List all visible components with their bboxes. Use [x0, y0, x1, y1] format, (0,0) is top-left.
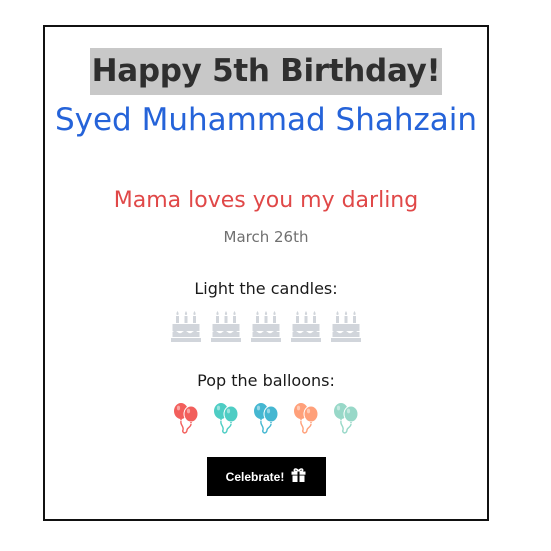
gift-icon	[291, 468, 306, 485]
birthday-cake-icon	[291, 311, 321, 342]
message-text: Mama loves you my darling	[113, 188, 419, 213]
button-container: Celebrate!	[45, 457, 487, 496]
balloon-4[interactable]	[291, 401, 321, 435]
balloons-label: Pop the balloons:	[197, 371, 335, 390]
candle-cake-2[interactable]	[211, 309, 241, 343]
balloons-icon	[294, 403, 319, 434]
balloons-row	[45, 401, 487, 435]
birthday-title: Happy 5th Birthday!	[89, 48, 443, 95]
date-text: March 26th	[223, 228, 309, 246]
balloon-2[interactable]	[211, 401, 241, 435]
candles-row	[45, 309, 487, 343]
candle-cake-5[interactable]	[331, 309, 361, 343]
child-name: Syed Muhammad Shahzain	[54, 102, 478, 138]
balloon-1[interactable]	[171, 401, 201, 435]
candle-cake-1[interactable]	[171, 309, 201, 343]
balloons-icon	[214, 403, 239, 434]
balloons-icon	[174, 403, 199, 434]
birthday-cake-icon	[331, 311, 361, 342]
candle-cake-3[interactable]	[251, 309, 281, 343]
balloon-5[interactable]	[331, 401, 361, 435]
title-container: Happy 5th Birthday!	[45, 48, 487, 95]
birthday-cake-icon	[251, 311, 281, 342]
balloon-3[interactable]	[251, 401, 281, 435]
birthday-card: Happy 5th Birthday! Syed Muhammad Shahza…	[43, 25, 489, 521]
balloons-icon	[334, 403, 359, 434]
celebrate-button[interactable]: Celebrate!	[206, 457, 326, 496]
birthday-cake-icon	[211, 311, 241, 342]
candle-cake-4[interactable]	[291, 309, 321, 343]
birthday-cake-icon	[171, 311, 201, 342]
candles-label: Light the candles:	[194, 279, 338, 298]
celebrate-button-label: Celebrate!	[225, 469, 285, 484]
balloons-icon	[254, 403, 279, 434]
